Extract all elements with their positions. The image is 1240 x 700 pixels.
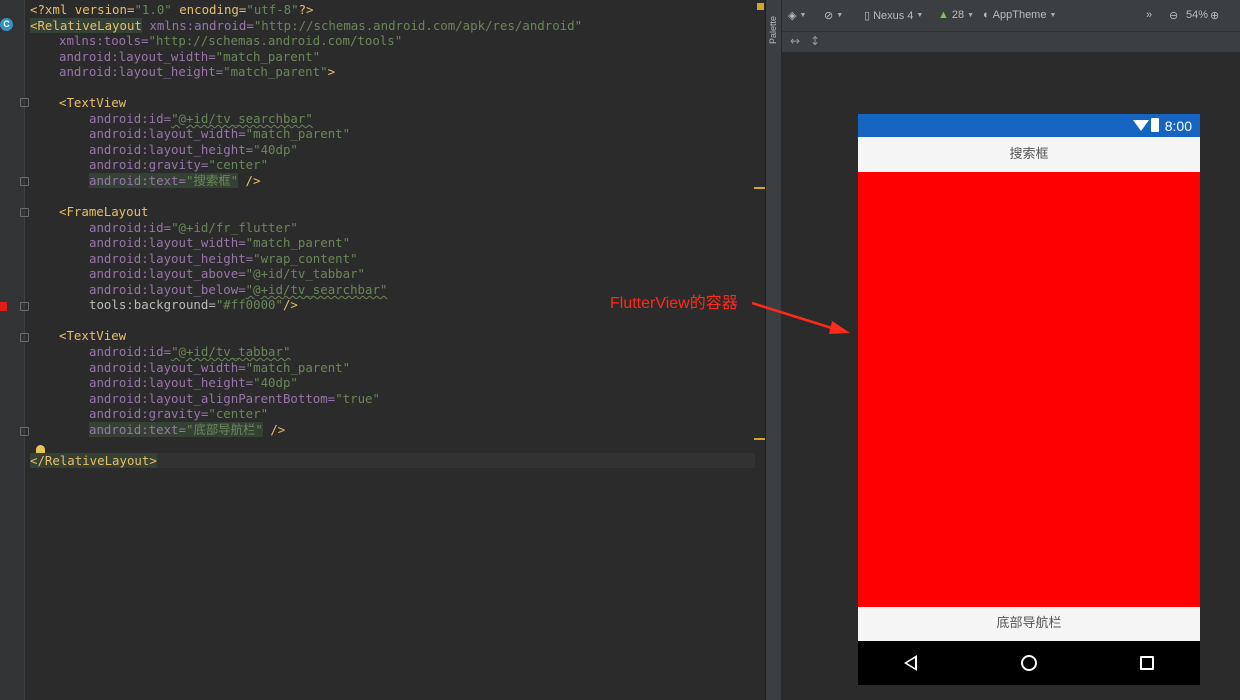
- arrow-head: [829, 321, 850, 334]
- annotation-arrow: [751, 301, 850, 334]
- arrow-shaft: [751, 301, 839, 332]
